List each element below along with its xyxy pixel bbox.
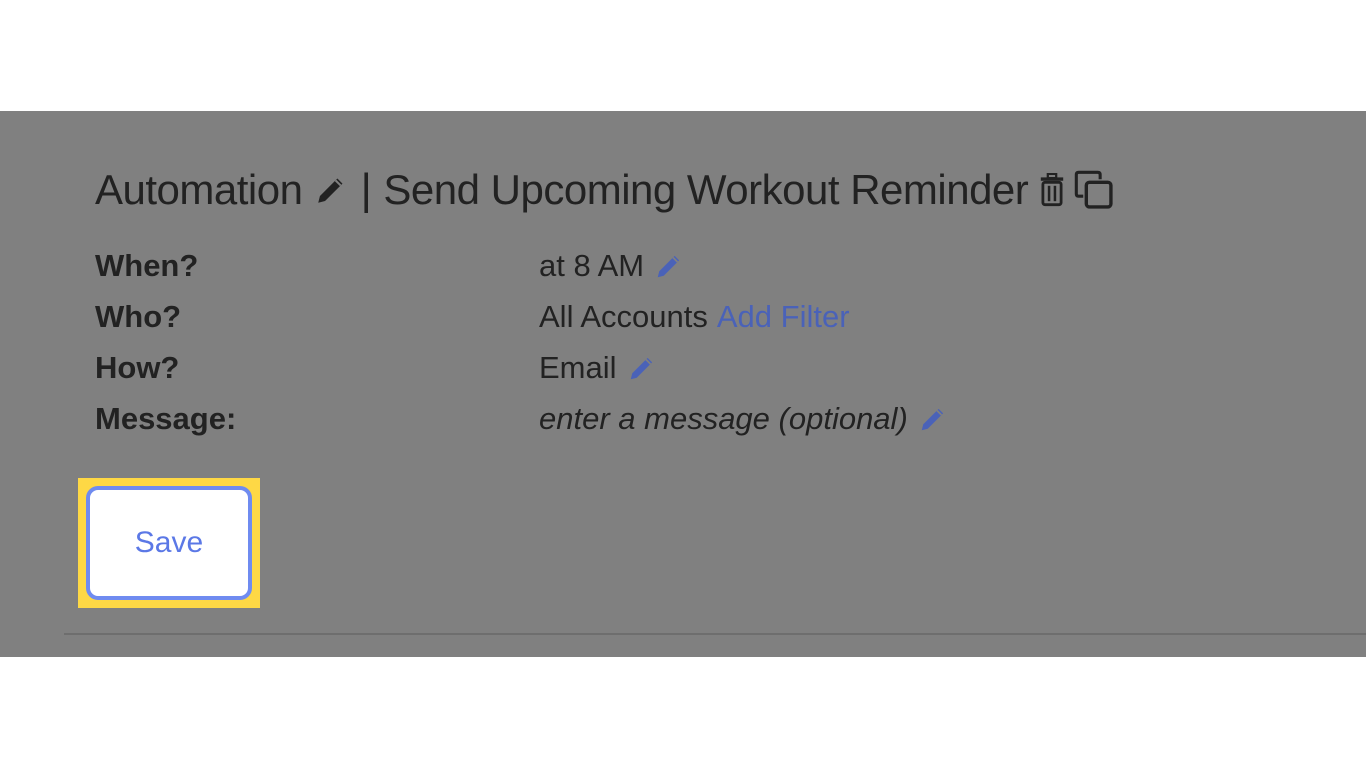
- title-separator: |: [360, 165, 372, 214]
- automation-header: Automation | Send Upcoming Workout Remin…: [95, 164, 1114, 216]
- when-value: at 8 AM: [539, 248, 645, 283]
- divider: [64, 633, 1366, 635]
- save-button[interactable]: Save: [86, 486, 252, 600]
- add-filter-link[interactable]: Add Filter: [717, 295, 850, 339]
- who-label: Who?: [95, 299, 182, 334]
- trash-icon[interactable]: [1038, 173, 1066, 207]
- when-value-container: at 8 AM: [539, 244, 684, 288]
- message-placeholder[interactable]: enter a message (optional): [539, 397, 908, 441]
- when-label: When?: [95, 248, 199, 283]
- pencil-icon[interactable]: [918, 404, 948, 434]
- who-value: All Accounts: [539, 299, 708, 334]
- section-title: Automation: [95, 166, 303, 213]
- how-label: How?: [95, 350, 180, 385]
- who-value-container: All Accounts Add Filter: [539, 295, 850, 339]
- automation-details: When? at 8 AM Who? All Accounts Add Filt…: [95, 244, 1095, 448]
- pencil-icon[interactable]: [654, 251, 684, 281]
- message-value-container: enter a message (optional): [539, 397, 948, 441]
- detail-row-message: Message: enter a message (optional): [95, 397, 1095, 448]
- page: Automation | Send Upcoming Workout Remin…: [0, 0, 1366, 768]
- pencil-icon[interactable]: [627, 353, 657, 383]
- copy-icon[interactable]: [1074, 170, 1114, 210]
- detail-row-who: Who? All Accounts Add Filter: [95, 295, 1095, 346]
- save-button-highlight: Save: [78, 478, 260, 608]
- how-value: Email: [539, 350, 617, 385]
- automation-name: Send Upcoming Workout Reminder: [383, 166, 1029, 213]
- detail-row-how: How? Email: [95, 346, 1095, 397]
- pencil-icon[interactable]: [314, 173, 348, 207]
- detail-row-when: When? at 8 AM: [95, 244, 1095, 295]
- message-label: Message:: [95, 401, 237, 436]
- how-value-container: Email: [539, 346, 657, 390]
